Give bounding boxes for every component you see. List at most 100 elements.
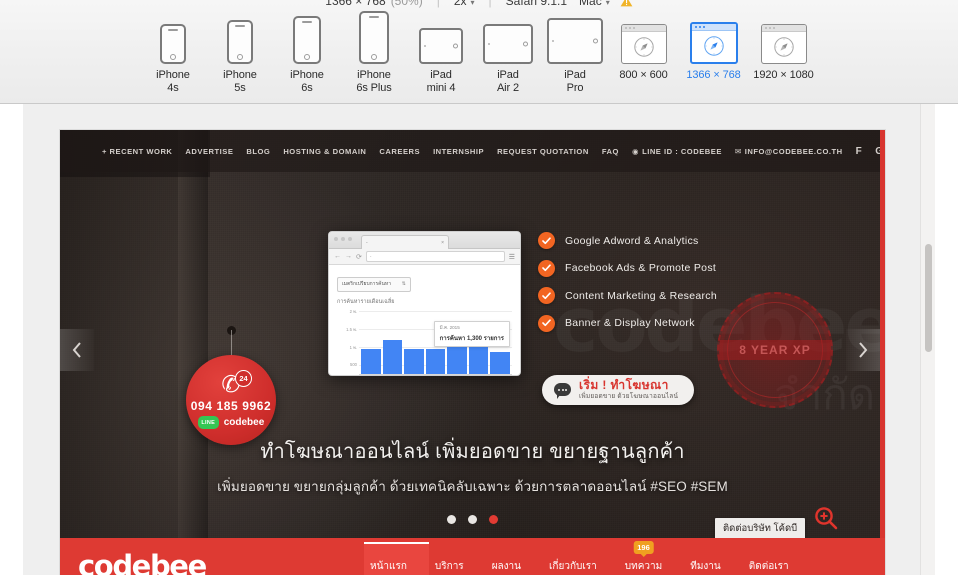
contact-tooltip: ติดต่อบริษัท โค้ดบี: [715, 518, 806, 539]
bottomnav-services[interactable]: บริการ: [435, 559, 464, 575]
chart-ytick-1: 1.5 พ.: [346, 326, 357, 332]
topnav-hosting-domain[interactable]: HOSTING & DOMAIN: [283, 147, 366, 156]
resolution-preset-800-600[interactable]: 800 × 600: [609, 14, 679, 82]
device-preset-ipad-pro[interactable]: iPad Pro: [542, 14, 609, 94]
mock-address-bar: ← → ⟳ - ☰: [329, 249, 520, 265]
device-preset-iphone-4s[interactable]: iPhone 4s: [140, 14, 207, 94]
bottomnav-portfolio[interactable]: ผลงาน: [492, 559, 521, 575]
line-pin-icon: ◉: [631, 146, 640, 156]
feature-label: Facebook Ads & Promote Post: [565, 262, 717, 274]
arrow-left-icon: ←: [334, 253, 341, 260]
topnav-advertise[interactable]: ADVERTISE: [185, 147, 233, 156]
iphone-icon: [160, 14, 186, 64]
slider-prev-button[interactable]: [60, 329, 94, 371]
start-advertising-cta-button[interactable]: เริ่ม ! ทำโฆษณา เพิ่มยอดขาย ด้วยโฆษณาออน…: [542, 375, 695, 405]
topnav-careers[interactable]: CAREERS: [379, 147, 420, 156]
user-agent-select[interactable]: Safari 9.1.1: [506, 0, 567, 8]
bottomnav-about[interactable]: เกี่ยวกับเรา: [549, 559, 597, 575]
hours-24-badge: 24: [235, 370, 252, 387]
service-feature-list: Google Adword & Analytics Facebook Ads &…: [538, 232, 717, 332]
feature-banner-display: Banner & Display Network: [538, 314, 717, 332]
slider-dot-2[interactable]: [468, 515, 477, 524]
resolution-preset-1366-768[interactable]: 1366 × 768: [679, 14, 749, 82]
device-label-line1: iPhone: [357, 69, 391, 81]
viewport-scrollbar[interactable]: [920, 104, 935, 575]
divider: |: [436, 0, 440, 8]
chart-metric-select: เมตริกเปรียบการค้นหา ⇅: [337, 276, 411, 292]
hamburger-menu-icon: ☰: [508, 253, 515, 261]
resolution-preset-1920-1080[interactable]: 1920 × 1080: [749, 14, 819, 82]
device-label-line1: iPhone: [223, 69, 257, 81]
bottomnav-contact[interactable]: ติดต่อเรา: [749, 559, 789, 575]
contact-phone-badge[interactable]: ✆ 24 094 185 9962 LINE codebee: [186, 355, 276, 445]
site-logo[interactable]: codebee: [78, 549, 207, 575]
scrollbar-thumb[interactable]: [925, 244, 932, 352]
topnav-request-quotation[interactable]: REQUEST QUOTATION: [497, 147, 589, 156]
chart-ytick-2: 1 พ.: [349, 344, 357, 350]
slider-dot-3[interactable]: [489, 515, 498, 524]
envelope-icon: ✉: [734, 146, 742, 156]
platform-select[interactable]: Mac ▾: [579, 0, 610, 8]
feature-google-adword: Google Adword & Analytics: [538, 232, 717, 249]
site-main-navigation: codebee หน้าแรก บริการ ผลงาน เกี่ยวกับเร…: [60, 538, 885, 575]
warning-triangle-icon[interactable]: [620, 0, 633, 7]
device-label-line2: mini 4: [426, 81, 456, 94]
chart-bar: [361, 349, 381, 374]
divider: |: [488, 0, 492, 8]
close-icon: ×: [441, 239, 444, 246]
topnav-faq[interactable]: FAQ: [602, 147, 619, 156]
chart-x-axis: [359, 373, 512, 375]
check-circle-icon: [538, 287, 555, 304]
line-app-icon: LINE: [197, 416, 219, 429]
rdm-status-line: 1366 × 768 (50%) | 2x ▾ | Safari 9.1.1 Ma…: [0, 0, 958, 9]
facebook-icon[interactable]: f: [856, 146, 863, 157]
window-controls-icon: [334, 237, 352, 241]
chart-tooltip-period: มี.ค. 2015: [439, 324, 460, 330]
chart-bar: [382, 339, 403, 374]
check-circle-icon: [538, 259, 555, 277]
viewport-scale: (50%): [390, 0, 423, 8]
device-preset-iphone-5s[interactable]: iPhone 5s: [207, 14, 274, 94]
device-label-line2: 6s Plus: [356, 81, 392, 94]
topnav-recent-work[interactable]: + RECENT WORK: [102, 147, 172, 156]
bottomnav-team[interactable]: ทีมงาน: [690, 559, 721, 575]
bottomnav-articles[interactable]: 196 บทความ: [625, 541, 662, 575]
topnav-email[interactable]: ✉ INFO@CODEBEE.CO.TH: [735, 147, 843, 156]
chevron-down-icon: ▾: [605, 0, 610, 7]
slider-next-button[interactable]: [846, 329, 880, 371]
chart-tooltip: มี.ค. 2015 การค้นหา 1,300 รายการ: [433, 320, 510, 347]
device-preset-ipad-mini-4[interactable]: iPad mini 4: [408, 14, 475, 94]
feature-label: Google Adword & Analytics: [565, 234, 699, 247]
device-preset-ipad-air-2[interactable]: iPad Air 2: [475, 14, 542, 94]
topnav-internship[interactable]: INTERNSHIP: [433, 147, 484, 156]
viewport-gutter-left: [23, 104, 46, 575]
chevron-left-icon: [72, 342, 82, 358]
chart-tooltip-value: การค้นหา 1,300 รายการ: [439, 335, 504, 342]
device-preset-iphone-6s[interactable]: iPhone 6s: [274, 14, 341, 94]
chart-xtick-2: ม.: [501, 376, 505, 377]
device-label-line2: 4s: [167, 81, 179, 94]
device-label-line2: Air 2: [496, 81, 520, 94]
chevron-right-icon: [858, 342, 868, 358]
viewport-dimensions: 1366 × 768: [325, 0, 386, 8]
bottomnav-home[interactable]: หน้าแรก: [370, 559, 407, 575]
pixel-density-select[interactable]: 2x ▾: [454, 0, 475, 8]
chevron-down-icon: ▾: [470, 0, 475, 7]
check-circle-icon: [538, 314, 555, 332]
hero-panel-divider: [178, 130, 208, 575]
device-preset-iphone-6s-plus[interactable]: iPhone 6s Plus: [341, 11, 408, 94]
chart-ytick-3: 500: [350, 361, 357, 367]
device-label-line2: Pro: [566, 81, 584, 94]
topnav-blog[interactable]: BLOG: [246, 147, 270, 156]
badge-line-row: LINE codebee: [197, 416, 264, 429]
mock-browser-chrome: - ×: [329, 232, 520, 249]
feature-label: Banner & Display Network: [565, 317, 695, 329]
ipad-icon: [483, 14, 533, 64]
topnav-line-id[interactable]: ◉ LINE ID : CODEBEE: [632, 147, 722, 156]
hero-headline: ทำโฆษณาออนไลน์ เพิ่มยอดขาย ขยายฐานลูกค้า: [260, 441, 685, 463]
iphone-icon: [227, 14, 253, 64]
chart-xtick-1: พ.ย.: [433, 376, 441, 377]
magnifier-plus-icon[interactable]: [813, 505, 839, 536]
slider-dot-1[interactable]: [447, 515, 456, 524]
browser-viewport: codebee จำกัด 8 YEAR XP + RECENT WORK AD…: [23, 104, 935, 575]
